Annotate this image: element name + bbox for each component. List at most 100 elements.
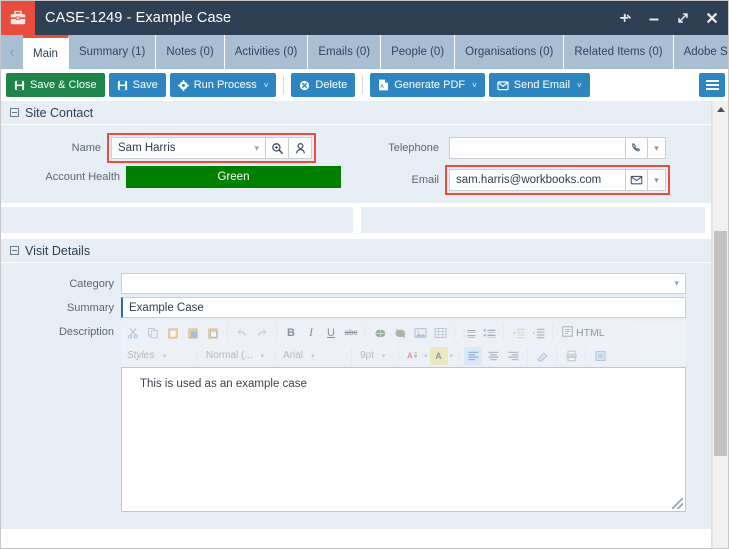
styles-dropdown[interactable]: Styles ▾ (124, 347, 192, 364)
unlink-icon[interactable] (391, 324, 409, 342)
tab-label: People (0) (391, 46, 445, 58)
font-size-dropdown[interactable]: 9pt ▾ (357, 347, 393, 364)
link-icon[interactable] (371, 324, 389, 342)
chevron-down-icon: ▾ (311, 352, 315, 360)
outdent-icon[interactable] (509, 324, 527, 342)
collapse-icon[interactable] (10, 108, 19, 117)
summary-value: Example Case (129, 301, 204, 314)
numbered-list-icon[interactable]: 12 (460, 324, 478, 342)
description-textarea[interactable]: This is used as an example case (121, 367, 686, 512)
button-label: Generate PDF (394, 79, 466, 91)
tab-activities[interactable]: Activities (0) (224, 35, 309, 69)
title-bar: CASE-1249 - Example Case (1, 1, 728, 35)
tab-summary[interactable]: Summary (1) (68, 35, 157, 69)
chevron-down-icon[interactable]: ▾ (674, 278, 685, 289)
send-email-button[interactable]: Send Email ˅ (488, 73, 590, 97)
align-left-icon[interactable] (464, 346, 483, 365)
save-and-close-button[interactable]: Save & Close (6, 73, 105, 97)
paste-icon[interactable] (164, 324, 182, 342)
text-color-icon[interactable]: A (404, 347, 422, 365)
tab-people[interactable]: People (0) (381, 35, 456, 69)
phone-icon[interactable] (626, 137, 648, 159)
redo-icon[interactable] (253, 324, 271, 342)
summary-input[interactable]: Example Case (121, 297, 686, 318)
save-button[interactable]: Save (108, 73, 166, 97)
summary-label: Summary (66, 301, 114, 314)
empty-panel-right (361, 207, 705, 233)
category-row: Category ▾ (1, 273, 713, 294)
visit-details-panel: Category ▾ Summary Example Case Descript… (1, 263, 713, 529)
form-content: Site Contact Name Sam Harris ▾ Account H… (1, 101, 713, 548)
chevron-down-icon[interactable]: ▾ (424, 352, 428, 360)
telephone-input[interactable] (449, 137, 626, 159)
tab-related-items[interactable]: Related Items (0) (564, 35, 674, 69)
bulleted-list-icon[interactable] (480, 324, 498, 342)
editor-separator (197, 348, 198, 363)
vertical-scrollbar[interactable] (711, 101, 728, 548)
description-value: This is used as an example case (140, 378, 307, 390)
generate-pdf-button[interactable]: A Generate PDF ˅ (370, 73, 485, 97)
tab-emails[interactable]: Emails (0) (308, 35, 382, 69)
format-dropdown[interactable]: Normal (... ▾ (203, 347, 269, 364)
chevron-down-icon: ▾ (162, 352, 166, 360)
image-icon[interactable] (411, 324, 429, 342)
resize-grip[interactable] (672, 498, 683, 509)
category-select[interactable]: ▾ (121, 273, 686, 294)
chevron-down-icon[interactable]: ▾ (450, 352, 454, 360)
chevron-down-icon: ˅ (263, 80, 269, 90)
envelope-icon[interactable] (626, 169, 648, 191)
button-label: Send Email (513, 79, 571, 91)
underline-icon[interactable]: U (322, 324, 340, 342)
copy-icon[interactable] (144, 324, 162, 342)
tab-adobe-sign[interactable]: Adobe Sign (673, 35, 728, 69)
undo-icon[interactable] (233, 324, 251, 342)
align-right-icon[interactable] (504, 347, 522, 365)
delete-button[interactable]: Delete (291, 73, 356, 97)
scrollbar-track (712, 101, 713, 548)
toolbar-separator (362, 76, 364, 94)
scroll-up-icon[interactable] (712, 101, 728, 118)
editor-separator (365, 325, 366, 340)
minimize-icon[interactable] (646, 10, 662, 26)
italic-icon[interactable]: I (302, 324, 320, 342)
background-color-icon[interactable]: A (429, 346, 448, 365)
close-icon[interactable] (704, 10, 720, 26)
maximize-editor-icon[interactable] (591, 347, 609, 365)
indent-icon[interactable] (529, 324, 547, 342)
html-source-button[interactable]: HTML (558, 325, 609, 340)
tab-label: Activities (0) (234, 46, 298, 58)
tab-main[interactable]: Main (23, 35, 69, 69)
align-center-icon[interactable] (484, 347, 502, 365)
run-process-button[interactable]: Run Process ˅ (169, 73, 277, 97)
paste-word-icon[interactable] (184, 324, 202, 342)
name-input[interactable]: Sam Harris ▾ (111, 137, 266, 159)
print-icon[interactable] (562, 347, 580, 365)
hamburger-menu-icon[interactable] (699, 73, 725, 97)
font-dropdown[interactable]: Arial ▾ (280, 347, 346, 364)
paste-text-icon[interactable] (204, 324, 222, 342)
pdf-icon: A (378, 79, 389, 91)
bold-icon[interactable]: B (282, 324, 300, 342)
collapse-icon[interactable] (10, 246, 19, 255)
scrollbar-thumb[interactable] (714, 231, 727, 456)
section-header-visit-details[interactable]: Visit Details (1, 239, 713, 263)
section-title: Site Contact (25, 105, 94, 120)
strikethrough-icon[interactable]: abc (342, 324, 360, 342)
remove-format-icon[interactable] (533, 347, 551, 365)
expand-icon[interactable] (675, 10, 691, 26)
table-icon[interactable] (431, 324, 449, 342)
pin-icon[interactable] (617, 10, 633, 26)
tab-organisations[interactable]: Organisations (0) (455, 35, 565, 69)
tab-label: Adobe Sign (683, 46, 728, 58)
search-icon[interactable] (266, 137, 289, 159)
section-header-site-contact[interactable]: Site Contact (1, 101, 713, 125)
envelope-icon (497, 80, 509, 91)
email-input[interactable]: sam.harris@workbooks.com (449, 169, 626, 191)
cut-icon[interactable] (124, 324, 142, 342)
tab-notes[interactable]: Notes (0) (156, 35, 225, 69)
chevron-down-icon[interactable]: ▾ (648, 137, 666, 159)
person-icon[interactable] (289, 137, 312, 159)
chevron-down-icon[interactable]: ▾ (254, 143, 265, 154)
chevron-down-icon[interactable]: ▾ (648, 169, 666, 191)
tabs-scroll-left-icon[interactable]: ‹ (1, 35, 23, 69)
